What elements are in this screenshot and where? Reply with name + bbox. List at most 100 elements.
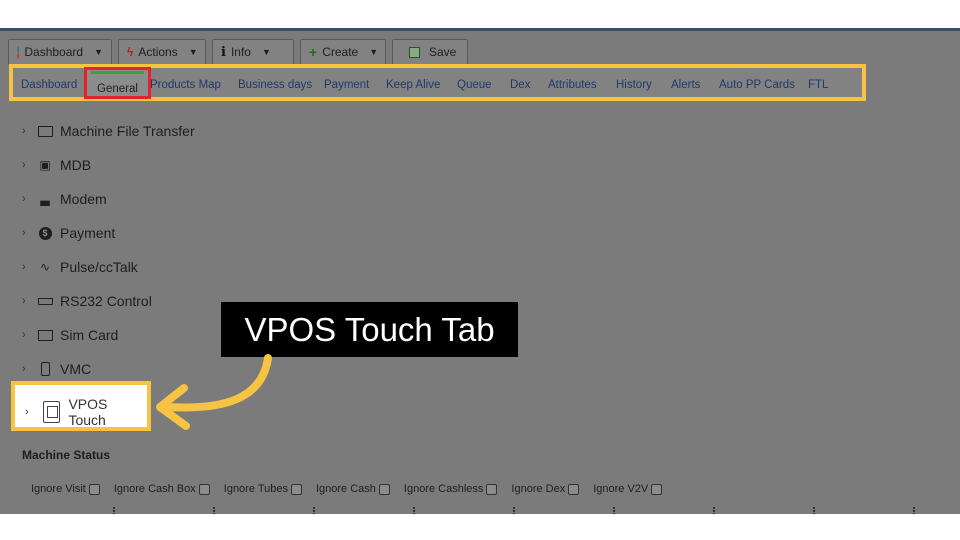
chevron-right-icon: › [22,261,26,273]
chevron-right-icon: › [22,159,26,171]
checkbox-box[interactable] [378,483,390,495]
save-button[interactable]: Save [392,39,468,65]
save-icon [409,46,420,58]
tab-history[interactable]: History [616,79,652,91]
checkbox-label: Ignore Dex [511,483,566,495]
tree-item-vmc[interactable]: › VMC [22,361,91,377]
tree-item-label: Machine File Transfer [60,123,195,139]
actions-dropdown-button[interactable]: ϟ Actions ▼ [118,39,206,65]
chevron-right-icon: › [25,406,29,418]
caret-down-icon: ▼ [369,47,379,57]
tab-bar: Dashboard General Products Map Business … [9,64,866,101]
column-resize-handle[interactable] [213,507,215,514]
info-label: Info [230,45,251,59]
sim-card-icon [36,327,54,343]
vmc-icon [36,361,54,377]
ignore-v2v-checkbox[interactable]: Ignore V2V [593,483,663,495]
ignore-cash-box-checkbox[interactable]: Ignore Cash Box [114,483,210,495]
chevron-right-icon: › [22,295,26,307]
checkbox-label: Ignore Visit [31,483,86,495]
tree-item-label: VPOS Touch [68,396,108,428]
annotation-callout: VPOS Touch Tab [221,302,518,357]
tab-queue[interactable]: Queue [457,79,492,91]
tree-item-pulse-cctalk[interactable]: › ∿ Pulse/ccTalk [22,259,138,275]
caret-down-icon: ▼ [188,47,198,57]
tab-dex[interactable]: Dex [510,79,530,91]
checkbox-box[interactable] [198,483,210,495]
create-dropdown-button[interactable]: + Create ▼ [300,39,386,65]
tree-item-label: Modem [60,191,107,207]
save-label: Save [429,45,457,59]
column-resize-handle[interactable] [613,507,615,514]
checkbox-box[interactable] [88,483,100,495]
tab-business-days[interactable]: Business days [238,79,312,91]
tab-products-map[interactable]: Products Map [150,79,221,91]
chevron-right-icon: › [22,329,26,341]
tree-item-label: RS232 Control [60,293,152,309]
column-resize-handle[interactable] [913,507,915,514]
table-header-partial [0,505,960,514]
app-screen: Dashboard ▼ ϟ Actions ▼ i Info ▼ + Creat… [0,28,960,514]
info-icon: i [221,44,226,60]
ignore-visit-checkbox[interactable]: Ignore Visit [31,483,100,495]
create-label: Create [322,45,359,59]
modem-icon: ▃ [40,192,50,206]
tree-item-modem[interactable]: › ▃ Modem [22,191,107,207]
dashboard-label: Dashboard [24,45,84,59]
column-resize-handle[interactable] [513,507,515,514]
column-resize-handle[interactable] [113,507,115,514]
chevron-right-icon: › [22,193,26,205]
tree-item-label: Sim Card [60,327,119,343]
column-resize-handle[interactable] [413,507,415,514]
checkbox-box[interactable] [486,483,498,495]
checkbox-box[interactable] [568,483,580,495]
checkbox-label: Ignore Cashless [403,483,484,495]
info-dropdown-button[interactable]: i Info ▼ [212,39,294,65]
ignore-tubes-checkbox[interactable]: Ignore Tubes [224,483,302,495]
actions-label: Actions [138,45,178,59]
checkbox-label: Ignore Cash [315,483,376,495]
tab-keep-alive[interactable]: Keep Alive [386,79,440,91]
tree-item-payment[interactable]: › $ Payment [22,225,115,241]
checkbox-box[interactable] [290,483,302,495]
window-top-border [0,28,960,31]
tree-item-sim-card[interactable]: › Sim Card [22,327,118,343]
tree-item-machine-file-transfer[interactable]: › Machine File Transfer [22,123,195,139]
tree-item-label: Pulse/ccTalk [60,259,138,275]
plus-icon: + [309,44,318,60]
checkbox-label: Ignore Tubes [223,483,288,495]
tree-item-label: Payment [60,225,116,241]
tab-attributes[interactable]: Attributes [548,79,597,91]
chevron-right-icon: › [22,363,26,375]
ignore-dex-checkbox[interactable]: Ignore Dex [511,483,580,495]
tree-item-vpos-touch[interactable]: › VPOS Touch [25,396,147,428]
vpos-touch-icon [42,401,61,423]
tree-item-label: MDB [60,157,92,173]
tab-alerts[interactable]: Alerts [671,79,700,91]
pulse-icon: ∿ [39,260,51,274]
column-resize-handle[interactable] [313,507,315,514]
file-transfer-icon [36,123,54,139]
tab-auto-pp-cards[interactable]: Auto PP Cards [719,79,795,91]
checkbox-label: Ignore Cash Box [113,483,196,495]
column-resize-handle[interactable] [813,507,815,514]
tree-item-rs232-control[interactable]: › RS232 Control [22,293,152,309]
caret-down-icon: ▼ [94,47,103,57]
column-resize-handle[interactable] [713,507,715,514]
tab-payment[interactable]: Payment [324,79,369,91]
tab-general[interactable]: General [84,67,151,99]
bolt-icon: ϟ [127,45,134,59]
checkbox-box[interactable] [651,483,663,495]
ignore-cash-checkbox[interactable]: Ignore Cash [316,483,390,495]
ignore-cashless-checkbox[interactable]: Ignore Cashless [404,483,498,495]
dashboard-dropdown-button[interactable]: Dashboard ▼ [8,39,112,65]
tree-item-mdb[interactable]: › ▣ MDB [22,157,91,173]
payment-icon: $ [36,225,54,241]
rs232-icon [36,293,54,309]
tab-dashboard[interactable]: Dashboard [21,79,77,91]
machine-status-options: Ignore Visit Ignore Cash Box Ignore Tube… [31,483,663,495]
mdb-icon: ▣ [39,158,51,172]
caret-down-icon: ▼ [261,47,271,57]
checkbox-label: Ignore V2V [593,483,649,495]
tab-ftl[interactable]: FTL [808,79,828,91]
